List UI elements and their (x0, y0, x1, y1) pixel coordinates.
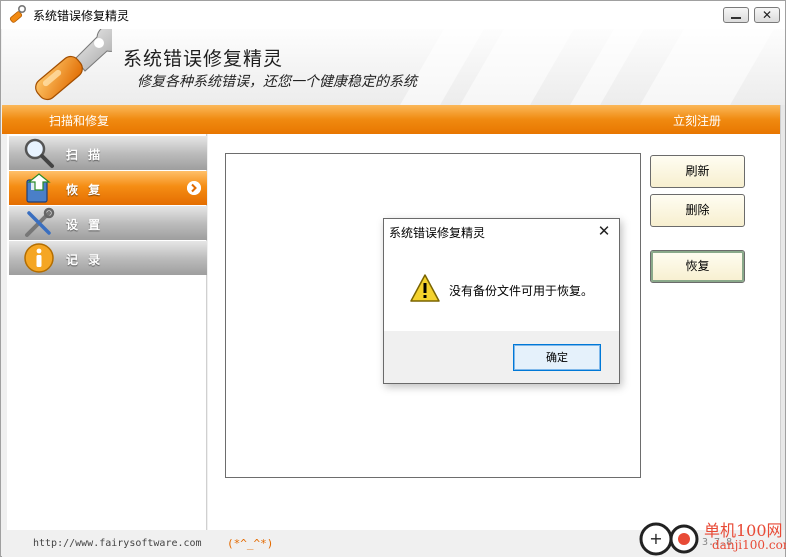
window-title: 系统错误修复精灵 (33, 9, 130, 23)
banner-decoration (640, 29, 774, 105)
wrench-tool-logo (35, 29, 112, 101)
sidebar-item-label: 记 录 (66, 253, 104, 267)
scrollbar[interactable] (780, 105, 785, 530)
title-bar: 系统错误修复精灵 ✕ (1, 1, 785, 29)
app-icon (9, 5, 26, 23)
scan-repair-tab[interactable]: 扫描和修复 (49, 112, 109, 129)
dialog-message: 没有备份文件可用于恢复。 (449, 284, 594, 298)
sidebar: 扫 描 恢 复 设 置 记 录 (7, 134, 207, 530)
sidebar-item-settings[interactable]: 设 置 (9, 206, 207, 240)
minimize-button[interactable] (723, 7, 749, 23)
chevron-right-icon (187, 181, 201, 195)
svg-text:+: + (649, 529, 662, 548)
main-window: 系统错误修复精灵 ✕ 系统错误修复精灵 修复各种系统错误，还您一个健康稳定的系统… (0, 0, 786, 557)
close-button[interactable]: ✕ (754, 7, 780, 23)
message-dialog: 系统错误修复精灵 ✕ 没有备份文件可用于恢复。 确定 (383, 218, 620, 384)
ok-button[interactable]: 确定 (513, 344, 601, 371)
restore-button[interactable]: 恢复 (650, 250, 745, 283)
sidebar-item-label: 设 置 (66, 218, 104, 232)
sidebar-item-scan[interactable]: 扫 描 (9, 136, 207, 170)
app-name: 系统错误修复精灵 (123, 48, 284, 70)
dialog-footer: 确定 (384, 331, 619, 383)
delete-button[interactable]: 删除 (650, 194, 745, 227)
warning-icon (410, 274, 440, 302)
sidebar-item-log[interactable]: 记 录 (9, 241, 207, 275)
dialog-body: 没有备份文件可用于恢复。 (384, 247, 619, 331)
header-banner: 系统错误修复精灵 修复各种系统错误，还您一个健康稳定的系统 (2, 29, 785, 105)
dialog-title: 系统错误修复精灵 (389, 226, 486, 240)
close-icon: ✕ (761, 8, 773, 22)
register-link[interactable]: 立刻注册 (673, 112, 721, 129)
sidebar-item-label: 恢 复 (66, 183, 104, 197)
dialog-close-button[interactable]: ✕ (595, 222, 613, 240)
refresh-button[interactable]: 刷新 (650, 155, 745, 188)
minimize-icon (731, 17, 741, 19)
magnifier-icon (24, 138, 54, 168)
watermark-url: danji100.com (712, 538, 786, 552)
nav-bar: 扫描和修复 立刻注册 (2, 105, 780, 134)
app-slogan: 修复各种系统错误，还您一个健康稳定的系统 (137, 74, 417, 90)
restore-icon (26, 173, 51, 203)
tools-icon (25, 207, 55, 237)
status-emoticon: (*^_^*) (227, 537, 274, 550)
sidebar-item-label: 扫 描 (66, 148, 104, 162)
banner-decoration (570, 29, 644, 105)
sidebar-item-restore[interactable]: 恢 复 (9, 171, 207, 205)
website-url[interactable]: http://www.fairysoftware.com (33, 538, 202, 549)
info-icon (24, 243, 54, 273)
